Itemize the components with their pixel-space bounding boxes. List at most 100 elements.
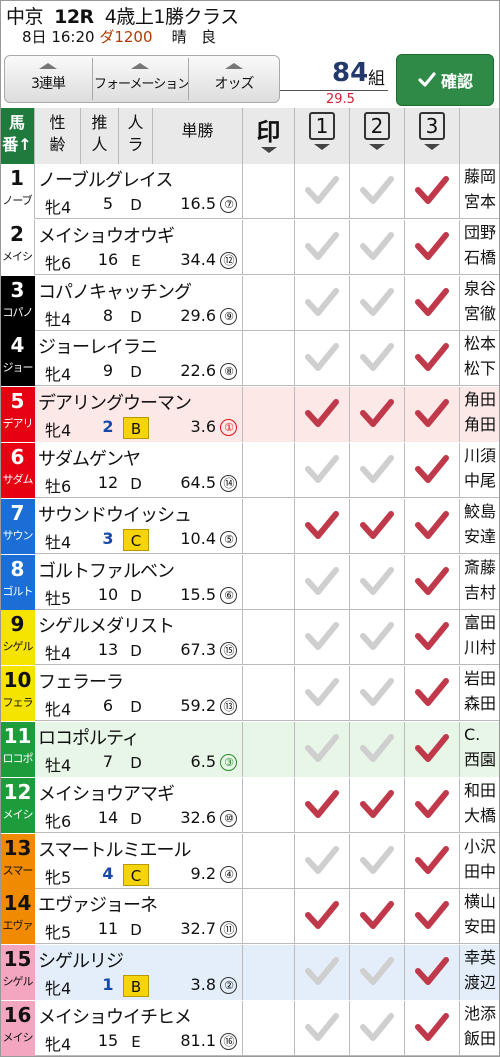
pick-1-checkbox[interactable]	[295, 164, 350, 219]
pick-2-checkbox[interactable]	[350, 1001, 405, 1056]
mark-cell[interactable]	[243, 443, 295, 498]
pick-3-checkbox[interactable]	[405, 722, 460, 777]
table-row[interactable]: 7 サウン サウンドウイッシュ 牡4 3 C 10.4 ⑤ 鮫島 安達	[0, 498, 500, 554]
horse-info-cell[interactable]: サダムゲンヤ 牡6 12 D 64.5 ⑭	[35, 443, 243, 498]
pick-3-checkbox[interactable]	[405, 610, 460, 666]
pick-1-checkbox[interactable]	[295, 666, 350, 722]
col-pick-2[interactable]: 2	[350, 108, 405, 164]
col-rank[interactable]: 人ラ	[119, 108, 153, 164]
formation-button[interactable]: フォーメーション	[94, 55, 190, 103]
pick-3-checkbox[interactable]	[405, 777, 460, 833]
horse-info-cell[interactable]: メイショウイチヒメ 牝4 15 E 81.1 ⑯	[35, 1001, 243, 1056]
pick-1-checkbox[interactable]	[295, 443, 350, 498]
pick-1-checkbox[interactable]	[295, 777, 350, 833]
table-row[interactable]: 13 スマー スマートルミエール 牝5 4 C 9.2 ④ 小沢 田中	[0, 833, 500, 889]
table-row[interactable]: 9 シゲル シゲルメダリスト 牡4 13 D 67.3 ⑮ 富田 川村	[0, 610, 500, 666]
table-row[interactable]: 8 ゴルト ゴルトファルベン 牡5 10 D 15.5 ⑥ 斎藤 吉村	[0, 554, 500, 610]
pick-1-checkbox[interactable]	[295, 722, 350, 777]
pick-1-checkbox[interactable]	[295, 219, 350, 275]
pick-3-checkbox[interactable]	[405, 443, 460, 498]
pick-3-checkbox[interactable]	[405, 554, 460, 610]
odds-button[interactable]: オッズ	[190, 55, 278, 103]
horse-info-cell[interactable]: スマートルミエール 牝5 4 C 9.2 ④	[35, 833, 243, 889]
table-row[interactable]: 16 メイシ メイショウイチヒメ 牝4 15 E 81.1 ⑯ 池添 飯田	[0, 1001, 500, 1056]
pick-3-checkbox[interactable]	[405, 1001, 460, 1056]
bet-type-button[interactable]: 3連単	[6, 55, 90, 103]
pick-3-checkbox[interactable]	[405, 833, 460, 889]
horse-info-cell[interactable]: コパノキャッチング 牡4 8 D 29.6 ⑨	[35, 275, 243, 331]
pick-3-checkbox[interactable]	[405, 219, 460, 275]
horse-info-cell[interactable]: エヴァジョーネ 牝5 11 D 32.7 ⑪	[35, 889, 243, 945]
pick-2-checkbox[interactable]	[350, 945, 405, 1001]
table-row[interactable]: 3 コパノ コパノキャッチング 牡4 8 D 29.6 ⑨ 泉谷 宮徹	[0, 275, 500, 331]
horse-info-cell[interactable]: サウンドウイッシュ 牡4 3 C 10.4 ⑤	[35, 498, 243, 554]
horse-info-cell[interactable]: ジョーレイラニ 牝4 9 D 22.6 ⑧	[35, 331, 243, 387]
table-row[interactable]: 14 エヴァ エヴァジョーネ 牝5 11 D 32.7 ⑪ 横山 安田	[0, 889, 500, 945]
pick-1-checkbox[interactable]	[295, 275, 350, 331]
mark-cell[interactable]	[243, 219, 295, 275]
col-sex-age[interactable]: 性齢	[35, 108, 81, 164]
pick-1-checkbox[interactable]	[295, 1001, 350, 1056]
horse-info-cell[interactable]: シゲルメダリスト 牡4 13 D 67.3 ⑮	[35, 610, 243, 666]
mark-cell[interactable]	[243, 889, 295, 945]
pick-3-checkbox[interactable]	[405, 331, 460, 387]
pick-2-checkbox[interactable]	[350, 777, 405, 833]
pick-3-checkbox[interactable]	[405, 164, 460, 219]
pick-2-checkbox[interactable]	[350, 443, 405, 498]
horse-info-cell[interactable]: フェラーラ 牝4 6 D 59.2 ⑬	[35, 666, 243, 722]
table-row[interactable]: 15 シゲル シゲルリジ 牝4 1 B 3.8 ② 幸英 渡辺	[0, 945, 500, 1001]
horse-info-cell[interactable]: メイショウオウギ 牝6 16 E 34.4 ⑫	[35, 219, 243, 275]
col-pick-3[interactable]: 3	[405, 108, 460, 164]
horse-info-cell[interactable]: メイショウアマギ 牝6 14 D 32.6 ⑩	[35, 777, 243, 833]
pick-3-checkbox[interactable]	[405, 666, 460, 722]
table-row[interactable]: 4 ジョー ジョーレイラニ 牝4 9 D 22.6 ⑧ 松本 松下	[0, 331, 500, 387]
horse-info-cell[interactable]: ロコポルティ 牡4 7 D 6.5 ③	[35, 722, 243, 777]
horse-info-cell[interactable]: ノーブルグレイス 牝4 5 D 16.5 ⑦	[35, 164, 243, 219]
col-pick-1[interactable]: 1	[295, 108, 350, 164]
pick-2-checkbox[interactable]	[350, 498, 405, 554]
mark-cell[interactable]	[243, 722, 295, 777]
mark-cell[interactable]	[243, 610, 295, 666]
pick-3-checkbox[interactable]	[405, 945, 460, 1001]
mark-cell[interactable]	[243, 666, 295, 722]
col-umaban[interactable]: 馬番↑	[0, 108, 35, 164]
pick-2-checkbox[interactable]	[350, 889, 405, 945]
pick-2-checkbox[interactable]	[350, 666, 405, 722]
table-row[interactable]: 2 メイシ メイショウオウギ 牝6 16 E 34.4 ⑫ 団野 石橋	[0, 219, 500, 275]
mark-cell[interactable]	[243, 387, 295, 443]
mark-cell[interactable]	[243, 1001, 295, 1056]
table-row[interactable]: 10 フェラ フェラーラ 牝4 6 D 59.2 ⑬ 岩田 森田	[0, 666, 500, 722]
table-row[interactable]: 1 ノーブ ノーブルグレイス 牝4 5 D 16.5 ⑦ 藤岡 宮本	[0, 164, 500, 219]
table-row[interactable]: 12 メイシ メイショウアマギ 牝6 14 D 32.6 ⑩ 和田 大橋	[0, 777, 500, 833]
pick-3-checkbox[interactable]	[405, 498, 460, 554]
table-row[interactable]: 11 ロコポ ロコポルティ 牡4 7 D 6.5 ③ C. 西園	[0, 722, 500, 777]
mark-cell[interactable]	[243, 777, 295, 833]
pick-2-checkbox[interactable]	[350, 164, 405, 219]
mark-cell[interactable]	[243, 554, 295, 610]
pick-1-checkbox[interactable]	[295, 554, 350, 610]
pick-2-checkbox[interactable]	[350, 833, 405, 889]
mark-cell[interactable]	[243, 945, 295, 1001]
table-row[interactable]: 6 サダム サダムゲンヤ 牡6 12 D 64.5 ⑭ 川須 中尾	[0, 443, 500, 498]
mark-cell[interactable]	[243, 275, 295, 331]
horse-info-cell[interactable]: ゴルトファルベン 牡5 10 D 15.5 ⑥	[35, 554, 243, 610]
pick-1-checkbox[interactable]	[295, 889, 350, 945]
col-win-odds[interactable]: 単勝	[153, 108, 243, 164]
mark-cell[interactable]	[243, 833, 295, 889]
pick-2-checkbox[interactable]	[350, 610, 405, 666]
pick-2-checkbox[interactable]	[350, 275, 405, 331]
mark-cell[interactable]	[243, 498, 295, 554]
pick-2-checkbox[interactable]	[350, 219, 405, 275]
pick-1-checkbox[interactable]	[295, 945, 350, 1001]
pick-2-checkbox[interactable]	[350, 331, 405, 387]
pick-2-checkbox[interactable]	[350, 722, 405, 777]
col-mark[interactable]: 印	[243, 108, 295, 164]
pick-2-checkbox[interactable]	[350, 387, 405, 443]
pick-2-checkbox[interactable]	[350, 554, 405, 610]
mark-cell[interactable]	[243, 164, 295, 219]
horse-info-cell[interactable]: デアリングウーマン 牝4 2 B 3.6 ①	[35, 387, 243, 443]
horse-info-cell[interactable]: シゲルリジ 牝4 1 B 3.8 ②	[35, 945, 243, 1001]
pick-3-checkbox[interactable]	[405, 889, 460, 945]
pick-1-checkbox[interactable]	[295, 610, 350, 666]
pick-1-checkbox[interactable]	[295, 387, 350, 443]
